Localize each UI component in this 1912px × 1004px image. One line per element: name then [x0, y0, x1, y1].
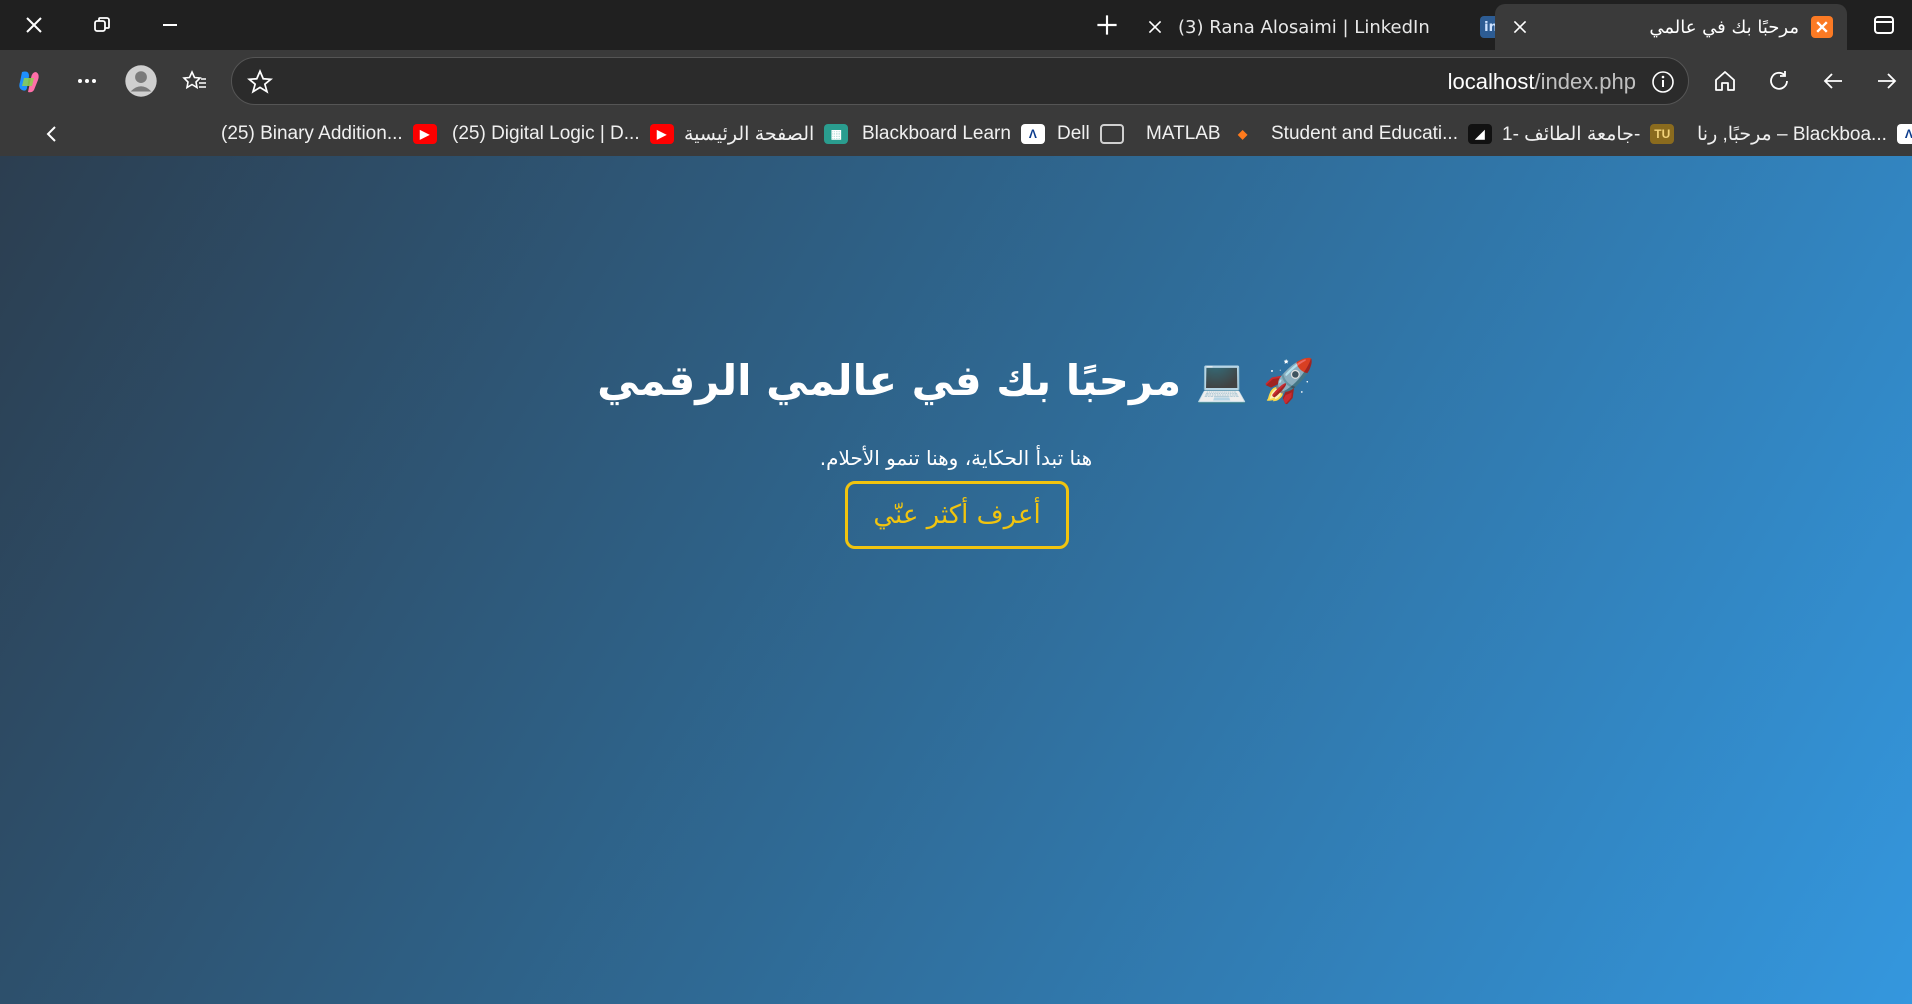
title-bar: (3) Rana Alosaimi | LinkedIn in مرحبًا ب…	[0, 0, 1912, 50]
bookmark-label: مرحبًا, رنا – Blackboa...	[1697, 123, 1887, 145]
blackboard-icon: Λ	[1896, 124, 1912, 144]
bookmark-taif-university[interactable]: جامعة الطائف -1- TU	[1502, 120, 1675, 148]
plus-icon	[1097, 15, 1117, 35]
tab-title: مرحبًا بك في عالمي	[1649, 16, 1799, 38]
favorites-button[interactable]	[172, 58, 218, 104]
site-info-icon[interactable]	[1650, 69, 1676, 95]
forward-button[interactable]	[1864, 58, 1910, 104]
copilot-button[interactable]	[6, 58, 52, 104]
copilot-icon	[19, 71, 39, 93]
bookmark-label: الصفحة الرئيسية	[684, 123, 815, 145]
url-host: localhost	[1447, 69, 1535, 94]
bookmark-label: Student and Educati...	[1271, 123, 1458, 144]
close-window-button[interactable]	[0, 0, 68, 50]
avatar-icon	[125, 65, 157, 97]
bookmark-matlab[interactable]: MATLAB ◆	[1146, 120, 1255, 148]
tab-close-button[interactable]	[1144, 16, 1166, 38]
xampp-icon	[1811, 16, 1833, 38]
close-icon	[26, 17, 42, 33]
url-path: /index.php	[1534, 69, 1636, 94]
add-favorite-star-icon[interactable]	[246, 68, 274, 96]
close-icon	[1148, 20, 1162, 34]
bookmarks-bar: (25) Binary Addition... ▶ (25) Digital L…	[0, 112, 1912, 156]
url-text[interactable]: localhost/index.php	[1448, 69, 1636, 95]
home-icon	[1715, 71, 1735, 91]
bookmark-label: جامعة الطائف -1-	[1502, 123, 1641, 145]
tu-icon: TU	[1650, 124, 1675, 144]
bookmarks-scroll-button[interactable]	[36, 118, 68, 150]
refresh-icon	[1770, 71, 1788, 90]
bookmark-label: Dell	[1057, 123, 1090, 144]
profile-button[interactable]	[118, 58, 164, 104]
minimize-icon	[163, 24, 177, 26]
bookmark-label: Blackboard Learn	[862, 123, 1011, 144]
folder-icon	[1099, 124, 1124, 144]
chevron-left-icon	[46, 126, 56, 142]
bookmark-label: MATLAB	[1146, 123, 1221, 144]
restore-icon	[94, 17, 110, 32]
page-subtitle: .هنا تبدأ الحكاية، وهنا تنمو الأحلام	[819, 446, 1093, 470]
bookmark-digital-logic[interactable]: (25) Digital Logic | D... ▶	[452, 120, 674, 148]
more-options-button[interactable]	[64, 58, 110, 104]
address-bar[interactable]: localhost/index.php	[231, 57, 1689, 105]
arrow-right-icon	[1878, 73, 1897, 89]
bookmark-blackboard-learn[interactable]: Blackboard Learn Λ	[862, 120, 1045, 148]
bookmark-blackboard-welcome[interactable]: مرحبًا, رنا – Blackboa... Λ	[1697, 120, 1912, 148]
bookmark-label: (25) Digital Logic | D...	[452, 123, 640, 144]
restore-window-button[interactable]	[68, 0, 136, 50]
youtube-icon: ▶	[412, 124, 437, 144]
more-icon	[78, 79, 96, 83]
tab-actions-button[interactable]	[1862, 6, 1906, 44]
browser-toolbar: localhost/index.php	[0, 50, 1912, 112]
bookmark-dell[interactable]: Dell	[1057, 120, 1124, 148]
github-icon: ◢	[1467, 124, 1492, 144]
university-icon: ▦	[824, 124, 849, 144]
close-icon	[1513, 20, 1527, 34]
tab-title: (3) Rana Alosaimi | LinkedIn	[1178, 16, 1430, 38]
tab-close-button[interactable]	[1509, 16, 1531, 38]
tab-linkedin[interactable]: (3) Rana Alosaimi | LinkedIn in	[1130, 4, 1520, 50]
blackboard-icon: Λ	[1020, 124, 1045, 144]
back-button[interactable]	[1810, 58, 1856, 104]
tab-active-home[interactable]: مرحبًا بك في عالمي	[1495, 4, 1847, 50]
tab-actions-icon	[1874, 16, 1894, 34]
minimize-window-button[interactable]	[136, 0, 204, 50]
learn-more-button[interactable]: أعرف أكثر عنّي	[845, 481, 1069, 549]
favorites-list-icon	[182, 70, 206, 90]
bookmark-home-page[interactable]: الصفحة الرئيسية ▦	[684, 120, 849, 148]
page-content: 🚀 💻 مرحبًا بك في عالمي الرقمي .هنا تبدأ …	[0, 156, 1912, 1004]
arrow-left-icon	[1823, 73, 1842, 89]
refresh-button[interactable]	[1756, 58, 1802, 104]
home-button[interactable]	[1702, 58, 1748, 104]
bookmark-student-education[interactable]: Student and Educati... ◢	[1271, 120, 1492, 148]
youtube-icon: ▶	[649, 124, 674, 144]
new-tab-button[interactable]	[1085, 4, 1129, 46]
matlab-icon: ◆	[1237, 127, 1248, 141]
page-title: 🚀 💻 مرحبًا بك في عالمي الرقمي	[597, 356, 1315, 405]
bookmark-label: (25) Binary Addition...	[221, 123, 403, 144]
bookmark-binary-addition[interactable]: (25) Binary Addition... ▶	[221, 120, 437, 148]
